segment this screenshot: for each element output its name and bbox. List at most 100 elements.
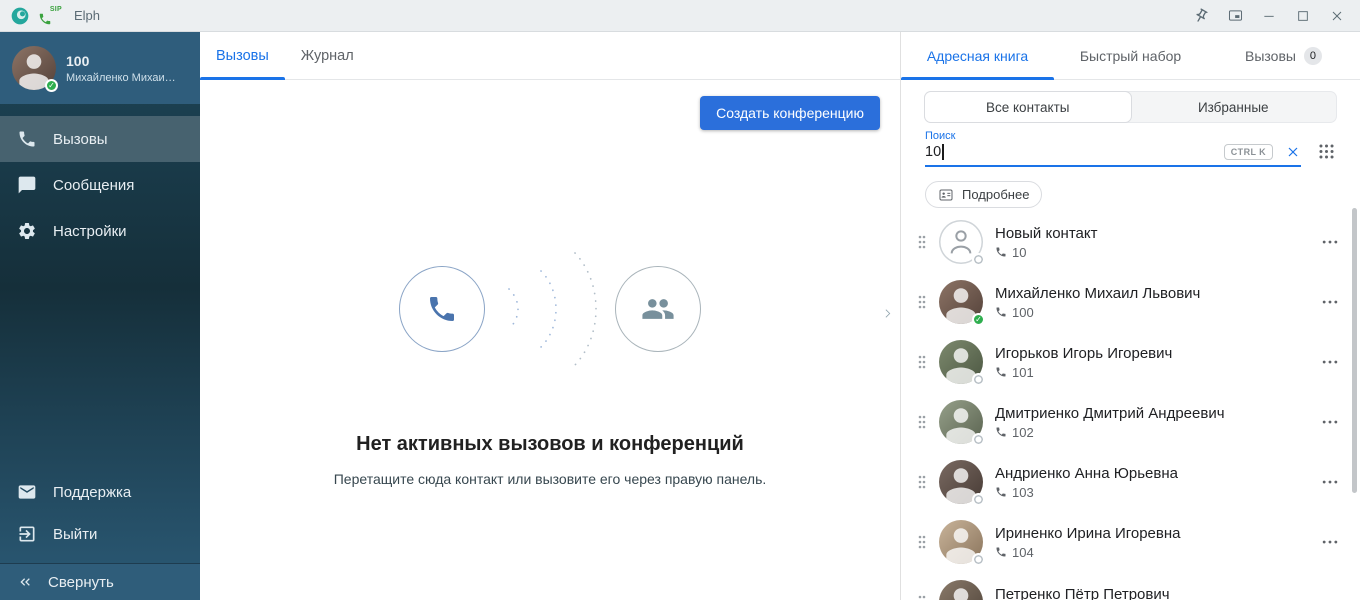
contact-more-button[interactable] [1320,472,1340,492]
sidebar-menu: Вызовы Сообщения Настройки [0,116,200,254]
chat-icon [17,175,37,195]
create-conference-button[interactable]: Создать конференцию [700,96,880,130]
picture-in-picture-icon[interactable] [1222,3,1248,29]
sidebar-item-support[interactable]: Поддержка [0,471,200,513]
contact-number-text: 10 [1012,245,1026,260]
tab-label: Журнал [301,48,354,64]
contact-number-text: 103 [1012,485,1034,500]
contact-number: 102 [995,425,1308,440]
tab-journal[interactable]: Журнал [285,32,370,79]
double-chevron-left-icon [17,574,33,590]
sidebar-item-logout[interactable]: Выйти [0,513,200,555]
main-tabbar: Вызовы Журнал [200,32,900,80]
tab-label: Вызовы [1245,48,1296,64]
contact-avatar [939,520,983,564]
right-panel-tabbar: Адресная книга Быстрый набор Вызовы 0 [901,32,1360,80]
sidebar-item-messages[interactable]: Сообщения [0,162,200,208]
tab-calls-panel[interactable]: Вызовы 0 [1207,32,1360,79]
empty-state-title: Нет активных вызовов и конференций [356,433,744,456]
contact-more-button[interactable] [1320,412,1340,432]
contact-name: Ириненко Ирина Игоревна [995,525,1308,542]
pin-icon[interactable] [1188,3,1214,29]
sidebar-profile[interactable]: 100 Михайленко Михаи… [0,32,200,104]
tab-calls[interactable]: Вызовы [200,32,285,79]
empty-state: Нет активных вызовов и конференций Перет… [200,126,900,600]
contact-more-button[interactable] [1320,532,1340,552]
contact-row[interactable]: Новый контакт 10 [901,212,1360,272]
scrollbar-thumb[interactable] [1352,208,1357,493]
contact-more-button[interactable] [1320,292,1340,312]
details-button-label: Подробнее [962,187,1029,202]
contact-number: 10 [995,245,1308,260]
contact-avatar [939,280,983,324]
contact-more-button[interactable] [1320,232,1340,252]
status-badge [972,253,985,266]
contact-name: Петренко Пётр Петрович [995,586,1308,600]
contact-number-text: 102 [1012,425,1034,440]
person-icon [939,580,983,600]
search-input[interactable]: Поиск 10 CTRL K [925,130,1301,167]
details-button[interactable]: Подробнее [925,181,1042,208]
profile-info: 100 Михайленко Михаи… [66,53,176,84]
close-button[interactable] [1324,3,1350,29]
contact-more-button[interactable] [1320,592,1340,600]
profile-extension: 100 [66,53,176,69]
panel-collapse-toggle[interactable] [877,303,898,329]
contacts-filter: Все контакты Избранные [925,92,1336,122]
status-badge [972,493,985,506]
contact-number: 101 [995,365,1308,380]
contact-list: Новый контакт 10 Михайленко Михаил Львов… [901,212,1360,600]
phone-icon [995,426,1007,438]
sidebar-item-label: Настройки [53,223,127,240]
drag-handle-icon[interactable] [917,354,927,370]
contact-row[interactable]: Дмитриенко Дмитрий Андреевич 102 [901,392,1360,452]
app-logo-icon [10,6,30,26]
minimize-button[interactable] [1256,3,1282,29]
contact-info: Андриенко Анна Юрьевна 103 [995,465,1308,500]
drag-handle-icon[interactable] [917,594,927,600]
sidebar-item-settings[interactable]: Настройки [0,208,200,254]
contact-info: Ириненко Ирина Игоревна 104 [995,525,1308,560]
clear-search-icon[interactable] [1285,144,1301,160]
conference-row: Создать конференцию [200,80,900,130]
dialpad-icon[interactable] [1317,142,1336,161]
drag-handle-icon[interactable] [917,474,927,490]
contact-row[interactable]: Ириненко Ирина Игоревна 104 [901,512,1360,572]
text-caret [942,144,944,160]
contact-avatar [939,340,983,384]
sidebar-item-label: Вызовы [53,131,108,148]
profile-name: Михайленко Михаи… [66,72,176,84]
drag-handle-icon[interactable] [917,294,927,310]
contact-number: 104 [995,545,1308,560]
contact-row[interactable]: Андриенко Анна Юрьевна 103 [901,452,1360,512]
tab-speed-dial[interactable]: Быстрый набор [1054,32,1207,79]
contact-row[interactable]: Игорьков Игорь Игоревич 101 [901,332,1360,392]
contact-row[interactable]: Михайленко Михаил Львович 100 [901,272,1360,332]
subtab-all-contacts[interactable]: Все контакты [925,92,1131,122]
subtab-favorites[interactable]: Избранные [1131,92,1337,122]
contact-avatar [939,580,983,600]
app-title: Elph [74,8,100,23]
contact-info: Михайленко Михаил Львович 100 [995,285,1308,320]
titlebar: SIP Elph [0,0,1360,32]
sidebar-item-calls[interactable]: Вызовы [0,116,200,162]
contact-more-button[interactable] [1320,352,1340,372]
main-area: Вызовы Журнал Создать конференцию Нет [200,32,900,600]
drag-handle-icon[interactable] [917,234,927,250]
status-badge [972,553,985,566]
maximize-button[interactable] [1290,3,1316,29]
tab-address-book[interactable]: Адресная книга [901,32,1054,79]
contact-number-text: 100 [1012,305,1034,320]
contact-avatar [939,220,983,264]
phone-circle-icon [399,266,485,352]
drag-handle-icon[interactable] [917,534,927,550]
profile-avatar [12,46,56,90]
sidebar-item-label: Сообщения [53,177,134,194]
sidebar-collapse-button[interactable]: Свернуть [0,563,200,600]
contact-avatar [939,460,983,504]
contact-row[interactable]: Петренко Пётр Петрович [901,572,1360,600]
collapse-label: Свернуть [48,574,114,591]
contact-number: 100 [995,305,1308,320]
sidebar: 100 Михайленко Михаи… Вызовы Сообщения Н… [0,32,200,600]
drag-handle-icon[interactable] [917,414,927,430]
